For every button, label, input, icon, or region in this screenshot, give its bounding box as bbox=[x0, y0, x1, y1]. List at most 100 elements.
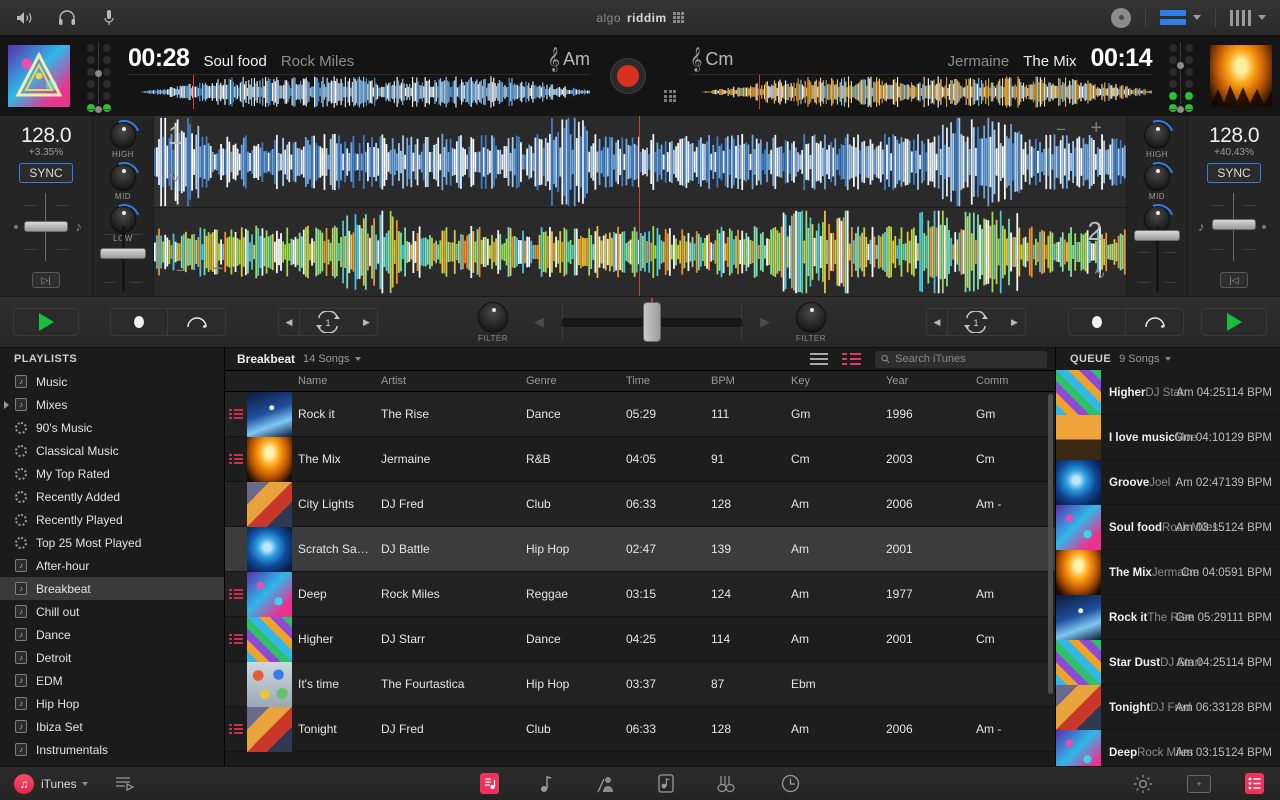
crossfader-right-arrow-icon[interactable]: ▶ bbox=[760, 314, 770, 330]
sidebar-item-ibiza-set[interactable]: ♪Ibiza Set bbox=[0, 715, 224, 738]
deck-right-high-knob[interactable] bbox=[1144, 122, 1170, 148]
queue-item[interactable]: Star DustDJ StarrAm 04:25114 BPM bbox=[1056, 640, 1280, 685]
queue-item[interactable]: HigherDJ StarrAm 04:25114 BPM bbox=[1056, 370, 1280, 415]
crossfader-handle[interactable] bbox=[643, 302, 661, 342]
table-row[interactable]: Rock itThe RiseDance05:29111Gm1996Gm bbox=[225, 392, 1055, 437]
chevron-down-icon[interactable] bbox=[82, 782, 88, 786]
music-note-icon[interactable] bbox=[540, 775, 554, 793]
deck-right-filter[interactable]: FILTER bbox=[796, 302, 826, 343]
column-header-comment[interactable]: Comm bbox=[970, 375, 1055, 387]
layout-selector[interactable] bbox=[1160, 10, 1201, 25]
deck-left-load-button[interactable]: ▷| bbox=[32, 272, 60, 288]
queue-item[interactable]: TonightDJ FredAm 06:33128 BPM bbox=[1056, 685, 1280, 730]
row-handle-cell[interactable] bbox=[225, 454, 247, 464]
brightness-icon[interactable] bbox=[1133, 774, 1153, 794]
deck-right-sync-button[interactable]: SYNC bbox=[1207, 163, 1261, 183]
deck-right-gain-slider[interactable] bbox=[1168, 109, 1194, 110]
table-row[interactable]: It's timeThe FourtasticaHip Hop03:3787Eb… bbox=[225, 662, 1055, 707]
sidebar-item-edm[interactable]: ♪EDM bbox=[0, 669, 224, 692]
add-deck-icon[interactable]: + bbox=[1187, 775, 1211, 793]
list-view-icon[interactable] bbox=[810, 353, 828, 365]
queue-item[interactable]: DeepRock MilesAm 03:15124 BPM bbox=[1056, 730, 1280, 766]
record-button[interactable] bbox=[610, 58, 646, 94]
itunes-icon[interactable]: ♫ bbox=[14, 774, 34, 794]
disclosure-triangle-icon[interactable] bbox=[4, 401, 9, 409]
deck-left-waveform[interactable] bbox=[154, 116, 1126, 208]
queue-item[interactable]: The MixJermaineCm 04:0591 BPM bbox=[1056, 550, 1280, 595]
deck-right-loop-halve-button[interactable]: ◀ bbox=[926, 308, 948, 336]
search-input[interactable] bbox=[895, 353, 1041, 365]
deck-right-zoom-in-button[interactable]: + bbox=[1090, 117, 1102, 140]
deck-left-pitch-fader[interactable]: ♪ bbox=[9, 193, 83, 261]
deck-right-cue-button[interactable] bbox=[1068, 308, 1126, 336]
deck-right-bounce-button[interactable] bbox=[1126, 308, 1184, 336]
deck-right-overview-waveform[interactable] bbox=[690, 74, 1152, 108]
queue-red-icon[interactable] bbox=[1245, 773, 1264, 794]
sidebar-item-music[interactable]: ♪Music bbox=[0, 370, 224, 393]
queue-list-icon[interactable] bbox=[114, 775, 134, 793]
grid-icon[interactable] bbox=[664, 90, 676, 102]
table-row[interactable]: City LightsDJ FredClub06:33128Am2006Am - bbox=[225, 482, 1055, 527]
row-drag-handle-icon[interactable] bbox=[229, 589, 243, 599]
sidebar-item-classical-music[interactable]: Classical Music bbox=[0, 439, 224, 462]
deck-left-play-button[interactable] bbox=[13, 308, 79, 336]
headphones-icon[interactable] bbox=[56, 7, 78, 29]
row-drag-handle-icon[interactable] bbox=[229, 454, 243, 464]
column-header-name[interactable]: Name bbox=[292, 375, 375, 387]
column-header-key[interactable]: Key bbox=[785, 375, 880, 387]
queue-item[interactable]: I love musicMoeGm 04:10129 BPM bbox=[1056, 415, 1280, 460]
column-header-genre[interactable]: Genre bbox=[520, 375, 620, 387]
row-drag-handle-icon[interactable] bbox=[229, 634, 243, 644]
deck-right-zoom-out-button[interactable]: − bbox=[1056, 120, 1066, 140]
deck-right-waveform[interactable] bbox=[154, 209, 1126, 296]
queue-item[interactable]: Soul foodRock MilesAm 03:15124 BPM bbox=[1056, 505, 1280, 550]
sidebar-item-after-hour[interactable]: ♪After-hour bbox=[0, 554, 224, 577]
deck-left-high-knob[interactable] bbox=[110, 122, 136, 148]
instruments-icon[interactable] bbox=[716, 774, 740, 793]
deck-right-volume-fader[interactable] bbox=[1132, 226, 1182, 292]
deck-left-overview-waveform[interactable] bbox=[128, 74, 590, 108]
library-red-icon[interactable] bbox=[480, 773, 499, 794]
track-list-scrollbar[interactable] bbox=[1048, 394, 1053, 694]
deck-left-zoom-out-button[interactable]: − bbox=[176, 261, 186, 281]
disc-icon[interactable] bbox=[1111, 8, 1131, 28]
search-itunes-box[interactable] bbox=[875, 351, 1047, 368]
deck-left-mid-knob[interactable] bbox=[110, 164, 136, 190]
deck-left-sync-button[interactable]: SYNC bbox=[19, 163, 73, 183]
queue-item[interactable]: Rock itThe RiseGm 05:29111 BPM bbox=[1056, 595, 1280, 640]
row-drag-handle-icon[interactable] bbox=[229, 409, 243, 419]
deck-right-pitch-fader[interactable]: ♪ bbox=[1197, 193, 1271, 261]
deck-right-mid-knob[interactable] bbox=[1144, 164, 1170, 190]
deck-left-loop-double-button[interactable]: ▶ bbox=[356, 308, 378, 336]
columns-selector[interactable] bbox=[1230, 10, 1266, 26]
sidebar-item-top-25-most-played[interactable]: Top 25 Most Played bbox=[0, 531, 224, 554]
sidebar-item-hip-hop[interactable]: ♪Hip Hop bbox=[0, 692, 224, 715]
deck-right-loop-button[interactable]: 1 bbox=[948, 308, 1004, 336]
deck-left-filter[interactable]: FILTER bbox=[478, 302, 508, 343]
table-row[interactable]: TonightDJ FredClub06:33128Am2006Am - bbox=[225, 707, 1055, 752]
sidebar-item-dance[interactable]: ♪Dance bbox=[0, 623, 224, 646]
deck-right-play-button[interactable] bbox=[1201, 308, 1267, 336]
sidebar-item-mixes[interactable]: ♪Mixes bbox=[0, 393, 224, 416]
chevron-down-icon[interactable] bbox=[1165, 357, 1171, 361]
deck-right-waveform-icon[interactable]: ∿ bbox=[1093, 264, 1106, 282]
row-drag-handle-icon[interactable] bbox=[229, 724, 243, 734]
table-row[interactable]: Scratch SampleDJ BattleHip Hop02:47139Am… bbox=[225, 527, 1055, 572]
mic-person-icon[interactable] bbox=[595, 775, 615, 793]
sampler-icon[interactable] bbox=[657, 774, 675, 793]
crossfader[interactable] bbox=[552, 302, 752, 342]
deck-right-loop-double-button[interactable]: ▶ bbox=[1004, 308, 1026, 336]
deck-left-gain-slider[interactable] bbox=[86, 109, 112, 110]
microphone-icon[interactable] bbox=[98, 7, 120, 29]
deck-left-volume-fader[interactable] bbox=[98, 226, 148, 292]
deck-left-cue-button[interactable] bbox=[110, 308, 168, 336]
sidebar-item-recently-added[interactable]: Recently Added bbox=[0, 485, 224, 508]
column-view-icon[interactable] bbox=[842, 353, 861, 365]
column-header-bpm[interactable]: BPM bbox=[705, 375, 785, 387]
sidebar-item-recently-played[interactable]: Recently Played bbox=[0, 508, 224, 531]
sidebar-item-chill-out[interactable]: ♪Chill out bbox=[0, 600, 224, 623]
column-header-year[interactable]: Year bbox=[880, 375, 970, 387]
table-row[interactable]: The MixJermaineR&B04:0591Cm2003Cm bbox=[225, 437, 1055, 482]
sidebar-item-90-s-music[interactable]: 90's Music bbox=[0, 416, 224, 439]
deck-left-waveform-icon[interactable]: ∿ bbox=[167, 168, 180, 186]
